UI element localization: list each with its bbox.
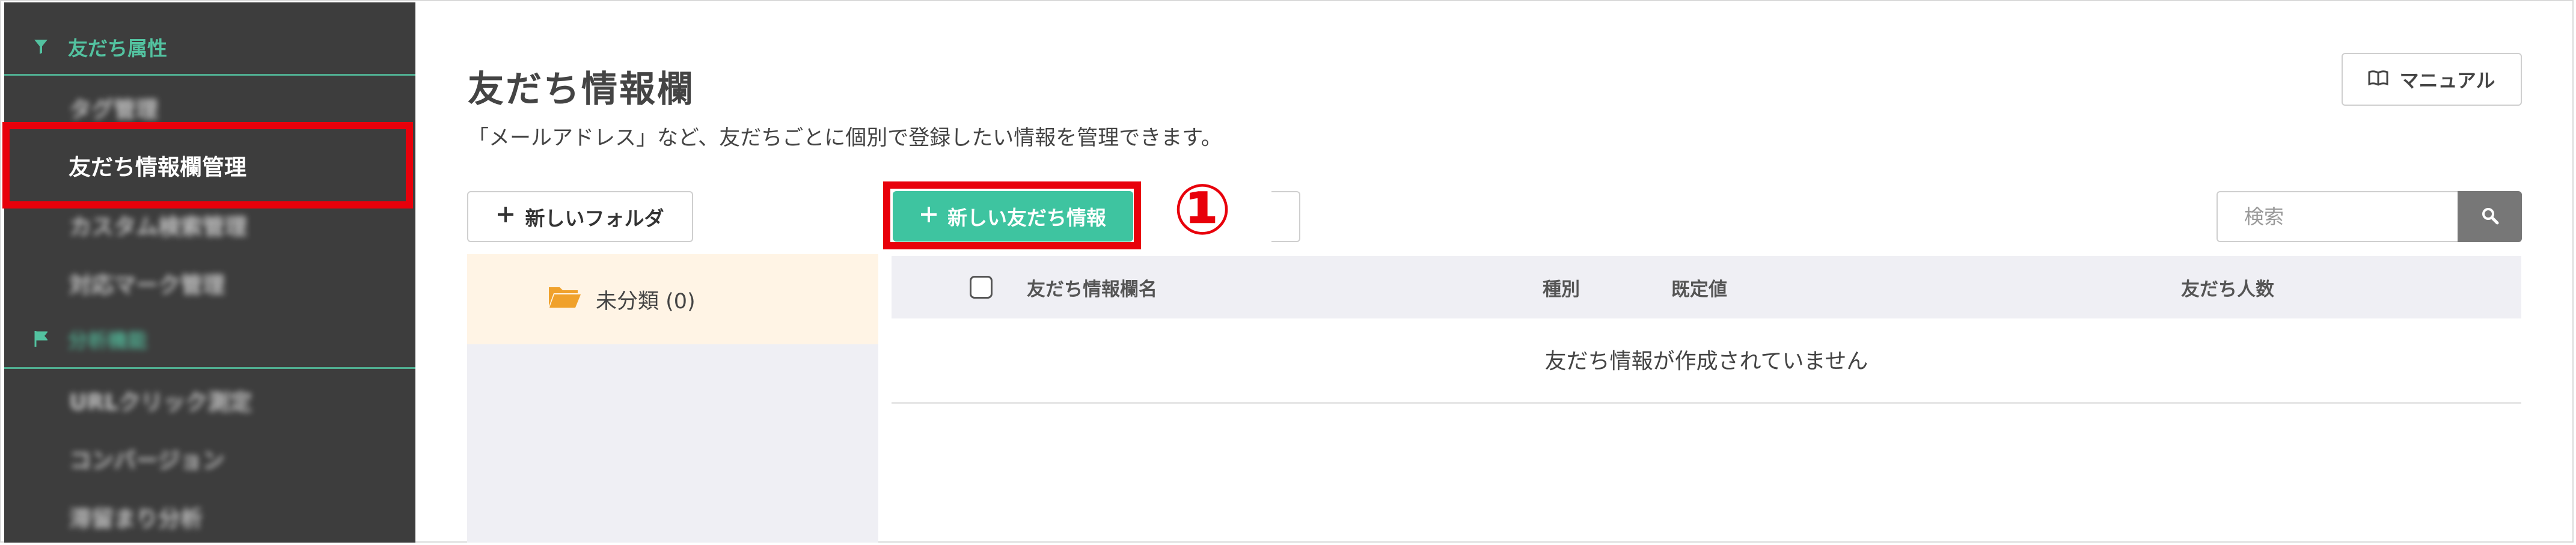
page-description: 「メールアドレス」など、友だちごとに個別で登録したい情報を管理できます。: [468, 126, 1222, 150]
sidebar-item-label: 滞留まり分析: [69, 506, 203, 532]
folder-icon: [548, 285, 581, 314]
sidebar-item-tags[interactable]: タグ管理: [4, 90, 415, 126]
column-header-type[interactable]: 種別: [1543, 256, 1580, 318]
sidebar-item-label: コンバージョン: [69, 448, 225, 473]
plus-icon: [497, 205, 515, 228]
sidebar-item-custom-search[interactable]: カスタム検索管理: [4, 207, 415, 243]
sidebar-item-label: タグ管理: [69, 97, 158, 123]
select-all-checkbox[interactable]: [970, 276, 993, 299]
sidebar-item-label: カスタム検索管理: [69, 214, 247, 240]
annotation-number: ①: [1172, 169, 1232, 251]
sidebar-item-url-click[interactable]: URLクリック測定: [4, 382, 415, 418]
new-folder-label: 新しいフォルダ: [525, 206, 664, 230]
sidebar-section-label: 友だち属性: [68, 37, 167, 60]
sidebar-divider: [4, 74, 415, 76]
empty-table-message: 友だち情報が作成されていません: [1544, 349, 1868, 374]
column-header-default[interactable]: 既定値: [1671, 256, 1727, 318]
sidebar-section-friend-attrs[interactable]: 友だち属性: [4, 29, 415, 65]
sidebar-divider: [4, 367, 415, 369]
filter-icon: [34, 40, 49, 54]
sidebar-item-friend-info-fields[interactable]: 友だち情報欄管理: [2, 122, 413, 209]
sidebar-item-conversion[interactable]: コンバージョン: [4, 440, 415, 476]
column-header-name[interactable]: 友だち情報欄名: [1027, 256, 1157, 318]
manual-button[interactable]: マニュアル: [2342, 53, 2522, 106]
sidebar-section-label: 分析機能: [68, 329, 147, 352]
sidebar-item-label: 友だち情報欄管理: [69, 154, 246, 180]
sidebar-item-label: URLクリック測定: [69, 389, 252, 415]
sidebar-item-label: 対応マーク管理: [69, 272, 225, 298]
search-icon: [2481, 207, 2499, 227]
sidebar: 友だち属性 タグ管理 カスタム検索管理 対応マーク管理 分析機能 URLクリック…: [4, 2, 415, 543]
sidebar-section-analysis[interactable]: 分析機能: [4, 321, 415, 357]
folder-label: 未分類 (0): [596, 289, 696, 314]
table-divider: [892, 402, 2521, 404]
page-title: 友だち情報欄: [468, 69, 695, 111]
folder-item[interactable]: 未分類 (0): [467, 254, 878, 344]
book-icon: [2368, 68, 2388, 91]
highlight-box: [883, 181, 1141, 249]
sidebar-item-response-marks[interactable]: 対応マーク管理: [4, 265, 415, 301]
flag-icon: [34, 331, 49, 347]
table-header: 友だち情報欄名 種別 既定値 友だち人数: [892, 256, 2521, 318]
new-folder-button[interactable]: 新しいフォルダ: [467, 191, 693, 242]
search-button[interactable]: [2458, 191, 2522, 242]
manual-button-label: マニュアル: [2399, 69, 2495, 92]
sidebar-item-retention[interactable]: 滞留まり分析: [4, 499, 415, 535]
column-header-friend-count[interactable]: 友だち人数: [2181, 256, 2274, 318]
search-input[interactable]: [2217, 191, 2459, 242]
